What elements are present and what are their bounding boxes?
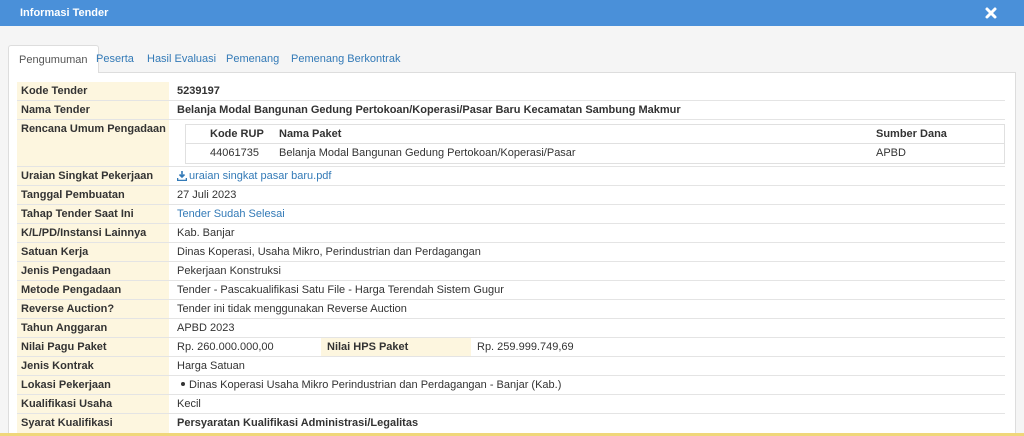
value-reverse: Tender ini tidak menggunakan Reverse Auc… [177, 303, 407, 315]
row-tahun: Tahun Anggaran APBD 2023 [17, 319, 1005, 338]
row-kode-tender: Kode Tender 5239197 [17, 82, 1005, 101]
rup-table: Kode RUP Nama Paket Sumber Dana 44061735… [185, 124, 1005, 164]
value-syarat: Persyaratan Kualifikasi Administrasi/Leg… [177, 417, 419, 429]
rup-row: 44061735 Belanja Modal Bangunan Gedung P… [186, 144, 1004, 163]
bullet-icon [181, 382, 185, 387]
row-jenis-pengadaan: Jenis Pengadaan Pekerjaan Konstruksi [17, 262, 1005, 281]
value-kode-tender: 5239197 [177, 85, 220, 97]
label-tahap: Tahap Tender Saat Ini [17, 205, 169, 223]
tab-pemenang-berkontrak[interactable]: Pemenang Berkontrak [291, 45, 400, 73]
label-kode-tender: Kode Tender [17, 82, 169, 100]
label-tahun: Tahun Anggaran [17, 319, 169, 337]
tab-pemenang[interactable]: Pemenang [226, 45, 279, 73]
tab-hasil-evaluasi[interactable]: Hasil Evaluasi [147, 45, 216, 73]
value-kontrak: Harga Satuan [177, 360, 245, 372]
label-klpd: K/L/PD/Instansi Lainnya [17, 224, 169, 242]
value-metode: Tender - Pascakualifikasi Satu File - Ha… [177, 284, 504, 296]
tab-pengumuman[interactable]: Pengumuman [8, 45, 99, 74]
value-tahun: APBD 2023 [177, 322, 235, 334]
row-reverse: Reverse Auction? Tender ini tidak menggu… [17, 300, 1005, 319]
rup-header-sumber: Sumber Dana [876, 128, 947, 140]
label-satker: Satuan Kerja [17, 243, 169, 261]
label-rup: Rencana Umum Pengadaan [17, 120, 169, 166]
value-pagu: Rp. 260.000.000,00 [177, 341, 274, 353]
rup-kode: 44061735 [210, 147, 259, 159]
row-kualifikasi: Kualifikasi Usaha Kecil [17, 395, 1005, 414]
value-tanggal: 27 Juli 2023 [177, 189, 237, 201]
row-rup: Rencana Umum Pengadaan Kode RUP Nama Pak… [17, 120, 1005, 167]
label-nama-tender: Nama Tender [17, 101, 169, 119]
row-pagu: Nilai Pagu Paket Rp. 260.000.000,00 Nila… [17, 338, 1005, 357]
download-icon [176, 169, 188, 187]
value-hps: Rp. 259.999.749,69 [477, 341, 574, 353]
uraian-filename: uraian singkat pasar baru.pdf [189, 170, 332, 182]
value-kualifikasi: Kecil [177, 398, 201, 410]
rup-header: Kode RUP Nama Paket Sumber Dana [186, 125, 1004, 144]
modal-body: Pengumuman Peserta Hasil Evaluasi Pemena… [0, 26, 1024, 436]
row-tanggal: Tanggal Pembuatan 27 Juli 2023 [17, 186, 1005, 205]
value-jenis-pengadaan: Pekerjaan Konstruksi [177, 265, 281, 277]
close-icon[interactable] [982, 4, 1000, 22]
row-klpd: K/L/PD/Instansi Lainnya Kab. Banjar [17, 224, 1005, 243]
modal-header: Informasi Tender [0, 0, 1024, 26]
rup-header-nama: Nama Paket [279, 128, 342, 140]
label-kontrak: Jenis Kontrak [17, 357, 169, 375]
tab-bar: Pengumuman Peserta Hasil Evaluasi Pemena… [8, 45, 1016, 74]
row-tahap: Tahap Tender Saat Ini Tender Sudah Seles… [17, 205, 1005, 224]
uraian-download-link[interactable]: uraian singkat pasar baru.pdf [176, 167, 332, 187]
modal-title: Informasi Tender [20, 7, 109, 19]
tab-peserta[interactable]: Peserta [96, 45, 134, 73]
label-lokasi: Lokasi Pekerjaan [17, 376, 169, 394]
label-reverse: Reverse Auction? [17, 300, 169, 318]
row-uraian: Uraian Singkat Pekerjaan uraian singkat … [17, 167, 1005, 186]
label-kualifikasi: Kualifikasi Usaha [17, 395, 169, 413]
rup-nama: Belanja Modal Bangunan Gedung Pertokoan/… [279, 147, 576, 159]
rup-sumber: APBD [876, 147, 906, 159]
label-uraian: Uraian Singkat Pekerjaan [17, 167, 169, 185]
value-satker: Dinas Koperasi, Usaha Mikro, Perindustri… [177, 246, 481, 258]
tahap-link[interactable]: Tender Sudah Selesai [177, 205, 285, 223]
lokasi-text: Dinas Koperasi Usaha Mikro Perindustrian… [189, 379, 562, 391]
row-lokasi: Lokasi Pekerjaan Dinas Koperasi Usaha Mi… [17, 376, 1005, 395]
row-kontrak: Jenis Kontrak Harga Satuan [17, 357, 1005, 376]
label-hps: Nilai HPS Paket [321, 338, 471, 356]
info-panel: Kode Tender 5239197 Nama Tender Belanja … [8, 73, 1016, 436]
label-tanggal: Tanggal Pembuatan [17, 186, 169, 204]
label-jenis-pengadaan: Jenis Pengadaan [17, 262, 169, 280]
label-metode: Metode Pengadaan [17, 281, 169, 299]
rup-header-kode: Kode RUP [210, 128, 264, 140]
label-pagu: Nilai Pagu Paket [17, 338, 169, 356]
value-nama-tender: Belanja Modal Bangunan Gedung Pertokoan/… [177, 104, 681, 116]
row-satker: Satuan Kerja Dinas Koperasi, Usaha Mikro… [17, 243, 1005, 262]
row-metode: Metode Pengadaan Tender - Pascakualifika… [17, 281, 1005, 300]
value-lokasi: Dinas Koperasi Usaha Mikro Perindustrian… [177, 376, 561, 394]
row-nama-tender: Nama Tender Belanja Modal Bangunan Gedun… [17, 101, 1005, 120]
value-klpd: Kab. Banjar [177, 227, 235, 239]
